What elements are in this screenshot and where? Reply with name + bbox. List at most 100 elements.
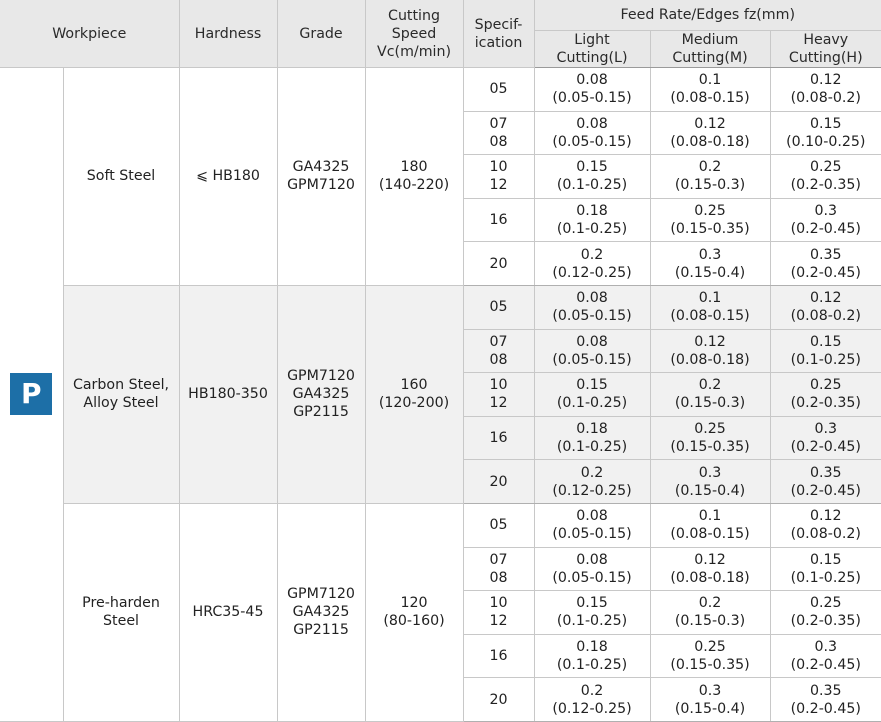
heavy-cutting-line: (0.2-0.45): [790, 700, 861, 717]
specification-cell: 05: [463, 503, 535, 548]
light-cutting-line: (0.05-0.15): [552, 351, 632, 368]
workpiece-cell: Carbon Steel, Alloy Steel: [63, 285, 180, 504]
light-cutting-cell: 0.08 (0.05-0.15): [534, 547, 651, 592]
cutting-speed-line: (120-200): [378, 395, 450, 412]
light-cutting-cell: 0.08 (0.05-0.15): [534, 329, 651, 374]
iso-group-cell: P: [0, 67, 64, 722]
grade-cell: GPM7120 GA4325 GP2115: [277, 503, 366, 722]
header-specification-line: ication: [474, 34, 523, 51]
heavy-cutting-cell: 0.15 (0.1-0.25): [770, 547, 881, 592]
iso-p-badge: P: [10, 373, 53, 416]
light-cutting-cell: 0.18 (0.1-0.25): [534, 634, 651, 679]
light-cutting-cell: 0.18 (0.1-0.25): [534, 416, 651, 461]
grade-line: GA4325: [292, 604, 350, 621]
cutting-speed-line: 160: [400, 377, 428, 394]
heavy-cutting-cell: 0.35 (0.2-0.45): [770, 241, 881, 286]
workpiece-line: Steel: [103, 613, 139, 630]
heavy-cutting-cell: 0.3 (0.2-0.45): [770, 634, 881, 679]
specification-line: 16: [489, 212, 508, 229]
workpiece-cell: Pre-harden Steel: [63, 503, 180, 722]
cutting-speed-line: 180: [400, 159, 428, 176]
light-cutting-cell: 0.2 (0.12-0.25): [534, 459, 651, 504]
heavy-cutting-line: (0.2-0.35): [790, 395, 861, 412]
light-cutting-line: 0.15: [576, 595, 608, 612]
specification-line: 08: [489, 133, 508, 150]
medium-cutting-line: (0.08-0.15): [670, 308, 750, 325]
header-cutting-speed-line: Vc(m/min): [377, 43, 451, 60]
heavy-cutting-line: 0.3: [814, 421, 838, 438]
table-row: Pre-harden Steel HRC35-45 GPM7120 GA4325 GP21…: [0, 503, 881, 722]
medium-cutting-cell: 0.3 (0.15-0.4): [650, 677, 771, 722]
grade-line: GPM7120: [287, 586, 355, 603]
heavy-cutting-line: (0.08-0.2): [790, 526, 861, 543]
specification-line: 16: [489, 648, 508, 665]
light-cutting-line: 0.15: [576, 159, 608, 176]
heavy-cutting-cell: 0.35 (0.2-0.45): [770, 677, 881, 722]
medium-cutting-line: 0.2: [698, 377, 722, 394]
heavy-cutting-line: 0.25: [809, 377, 842, 394]
light-cutting-line: (0.12-0.25): [552, 700, 632, 717]
specification-line: 05: [489, 517, 508, 534]
table-header: Workpiece Hardness Grade Cutting Speed V…: [0, 0, 881, 68]
specification-line: 08: [489, 569, 508, 586]
heavy-cutting-line: (0.2-0.35): [790, 613, 861, 630]
grade-line: GPM7120: [287, 368, 355, 385]
light-cutting-line: 0.08: [576, 551, 608, 568]
header-heavy-cutting: Heavy Cutting(H): [770, 30, 881, 68]
specification-line: 07: [489, 551, 508, 568]
heavy-cutting-line: 0.15: [809, 115, 842, 132]
table-row: Carbon Steel, Alloy Steel HB180-350 GPM7120…: [0, 285, 881, 504]
heavy-cutting-line: (0.2-0.45): [790, 439, 861, 456]
grade-cell: GPM7120 GA4325 GP2115: [277, 285, 366, 504]
heavy-cutting-line: 0.3: [814, 203, 838, 220]
feed-rate-table: Workpiece Hardness Grade Cutting Speed V…: [0, 0, 881, 722]
heavy-cutting-cell: 0.12 (0.08-0.2): [770, 67, 881, 112]
medium-cutting-line: 0.25: [694, 639, 726, 656]
medium-cutting-cell: 0.1 (0.08-0.15): [650, 285, 771, 330]
medium-cutting-line: 0.1: [698, 72, 722, 89]
light-cutting-line: (0.1-0.25): [556, 395, 628, 412]
medium-cutting-line: (0.15-0.3): [674, 395, 746, 412]
light-cutting-line: (0.05-0.15): [552, 90, 632, 107]
grade-cell: GA4325 GPM7120: [277, 67, 366, 286]
specification-line: 12: [489, 177, 508, 194]
heavy-cutting-line: 0.35: [809, 464, 842, 481]
specification-line: 05: [489, 81, 508, 98]
medium-cutting-line: (0.15-0.3): [674, 613, 746, 630]
light-cutting-cell: 0.15 (0.1-0.25): [534, 590, 651, 635]
light-cutting-line: (0.1-0.25): [556, 613, 628, 630]
light-cutting-cell: 0.15 (0.1-0.25): [534, 372, 651, 417]
light-cutting-line: 0.08: [576, 115, 608, 132]
heavy-cutting-line: 0.35: [809, 682, 842, 699]
medium-cutting-cell: 0.25 (0.15-0.35): [650, 198, 771, 243]
medium-cutting-cell: 0.3 (0.15-0.4): [650, 459, 771, 504]
heavy-cutting-line: 0.25: [809, 159, 842, 176]
medium-cutting-cell: 0.2 (0.15-0.3): [650, 154, 771, 199]
cutting-speed-cell: 120 (80-160): [365, 503, 464, 722]
medium-cutting-line: (0.15-0.35): [670, 657, 750, 674]
specification-cell: 16: [463, 634, 535, 679]
medium-cutting-line: (0.15-0.4): [674, 264, 746, 281]
medium-cutting-line: 0.3: [698, 246, 722, 263]
specification-cell: 20: [463, 677, 535, 722]
grade-line: GP2115: [293, 622, 349, 639]
specification-line: 10: [489, 159, 508, 176]
specification-cell: 16: [463, 198, 535, 243]
table-row: P Soft Steel ⩽ HB180 GA4325 GPM7120 180 (140-2…: [0, 67, 881, 722]
specification-line: 07: [489, 115, 508, 132]
heavy-cutting-line: (0.1-0.25): [790, 351, 861, 368]
hardness-cell: HB180-350: [179, 285, 278, 504]
table-body: P Soft Steel ⩽ HB180 GA4325 GPM7120 180 (140-2…: [0, 67, 881, 722]
specification-cell: 20: [463, 241, 535, 286]
medium-cutting-cell: 0.12 (0.08-0.18): [650, 329, 771, 374]
heavy-cutting-line: (0.08-0.2): [790, 90, 861, 107]
header-cutting-speed: Cutting Speed Vc(m/min): [365, 0, 464, 68]
heavy-cutting-line: (0.10-0.25): [786, 133, 866, 150]
medium-cutting-cell: 0.12 (0.08-0.18): [650, 547, 771, 592]
light-cutting-line: 0.08: [576, 333, 608, 350]
heavy-cutting-line: (0.2-0.45): [790, 221, 861, 238]
workpiece-cell: Soft Steel: [63, 67, 180, 286]
light-cutting-line: (0.1-0.25): [556, 177, 628, 194]
medium-cutting-line: 0.12: [694, 551, 726, 568]
cutting-speed-line: 120: [400, 595, 428, 612]
